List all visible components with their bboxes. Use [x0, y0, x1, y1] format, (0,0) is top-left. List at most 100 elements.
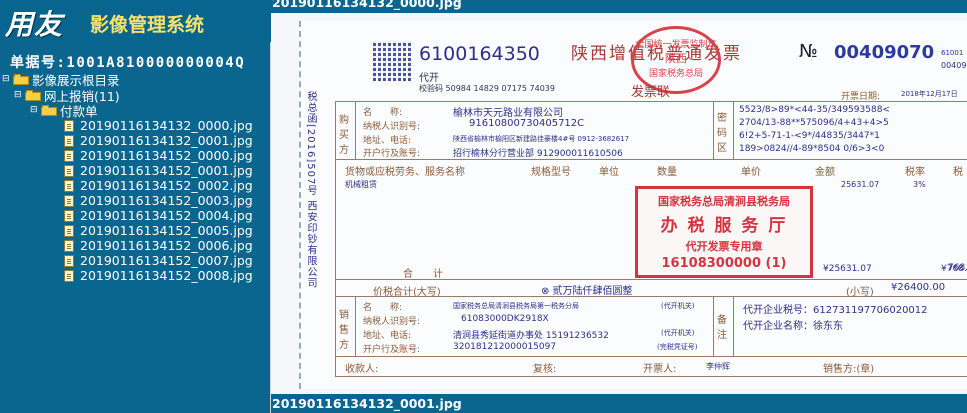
col-rate: 税率: [905, 167, 925, 178]
tree-file-item[interactable]: 20190116134152_0006.jpg: [64, 238, 253, 253]
total-words: ⊗ 贰万陆仟肆佰圆整: [541, 286, 633, 297]
sidebar: 单据号:1001A810000000004Q ⊟ 影像展示根目录 ⊟ 网上报销(…: [0, 42, 271, 413]
total-small-label: (小写): [846, 287, 874, 298]
seller-name-label: 名 称:: [363, 303, 403, 313]
folder-open-icon: [41, 105, 57, 116]
tree-file-label: 20190116134152_0004.jpg: [80, 208, 253, 223]
document-number: 单据号:1001A810000000004Q: [10, 55, 246, 71]
tree-file-label: 20190116134152_0007.jpg: [80, 253, 253, 268]
fapiao-lian: 发票联: [631, 85, 671, 100]
seller-bank: 320181212000015097: [453, 342, 557, 352]
subtotal-amount: ¥25631.07: [823, 264, 872, 274]
daikai-tag: (完税凭证号): [657, 343, 698, 351]
tree-subcategory[interactable]: ⊟ 付款单: [30, 103, 98, 119]
image-file-icon: [64, 149, 74, 162]
system-name: 影像管理系统: [90, 14, 205, 36]
tree-file-label: 20190116134132_0000.jpg: [80, 118, 253, 133]
app-logo: 用友 影像管理系统: [0, 0, 270, 42]
image-file-icon: [64, 254, 74, 267]
subtotal-tax: ¥768.: [941, 264, 967, 274]
buyer-side-label: 购买方: [339, 115, 349, 156]
buyer-tax-label: 纳税人识别号:: [363, 122, 421, 132]
tree-file-item[interactable]: 20190116134152_0005.jpg: [64, 223, 253, 238]
buyer-addr: 陕西省榆林市榆阳区新建路佳豪楼4#号 0912-3682617: [453, 135, 630, 143]
invoice-vertical-note: 税总函[2016]507号 西安印钞有限公司: [305, 91, 316, 289]
col-price: 单价: [741, 167, 761, 178]
seller-sign-label: 销售方:(章): [823, 364, 875, 375]
drawer-name: 李仲辉: [706, 362, 730, 371]
qr-code: [373, 41, 413, 81]
image-file-icon: [64, 224, 74, 237]
tree-file-item[interactable]: 20190116134152_0004.jpg: [64, 208, 253, 223]
expand-icon[interactable]: ⊟: [2, 75, 11, 84]
tree-file-label: 20190116134152_0003.jpg: [80, 193, 253, 208]
seller-tax-label: 纳税人识别号:: [363, 317, 421, 327]
expand-icon[interactable]: ⊟: [30, 106, 39, 115]
tree-file-item[interactable]: 20190116134152_0000.jpg: [64, 148, 253, 163]
col-tax: 税: [953, 167, 963, 178]
folder-open-icon: [13, 74, 29, 85]
seller-name: 国家税务总局清涧县税务局第一税务分局: [453, 302, 579, 310]
number-label: №: [799, 41, 818, 62]
buyer-addr-label: 地址、电话:: [363, 136, 412, 146]
col-unit: 单位: [599, 167, 619, 178]
image-title-bottom: 20190116134132_0001.jpg: [272, 396, 462, 411]
tree-file-item[interactable]: 20190116134152_0003.jpg: [64, 193, 253, 208]
image-file-icon: [64, 179, 74, 192]
col-goods: 货物或应税劳务、服务名称: [345, 167, 465, 178]
image-file-icon: [64, 269, 74, 282]
tree-file-label: 20190116134132_0001.jpg: [80, 133, 253, 148]
brand-logo: 用友: [5, 8, 64, 41]
image-file-icon: [64, 209, 74, 222]
invoice-image[interactable]: 税总函[2016]507号 西安印钞有限公司 6100164350 代开 校验码…: [271, 13, 967, 394]
item-name: 机械租赁: [345, 180, 377, 189]
tree-file-label: 20190116134152_0005.jpg: [80, 223, 253, 238]
total-small: ¥26400.00: [891, 282, 946, 293]
item-amount: 25631.07: [841, 180, 880, 189]
folder-open-icon: [25, 90, 41, 101]
invoice-daikai: 代开: [419, 73, 439, 84]
password-line: 2704/13-88**575096/4+43+4>5: [739, 118, 889, 128]
image-file-icon: [64, 164, 74, 177]
buyer-tax: 91610800730405712C: [469, 118, 585, 129]
buyer-bank: 招行榆林分行营业部 912900011610506: [453, 149, 623, 159]
col-amount: 金额: [815, 167, 835, 178]
image-file-icon: [64, 119, 74, 132]
reviewer-label: 复核:: [533, 364, 557, 375]
total-label: 价税合计(大写): [373, 287, 441, 298]
invoice-paper: 税总函[2016]507号 西安印钞有限公司 6100164350 代开 校验码…: [299, 21, 967, 389]
buyer-name-label: 名 称:: [363, 108, 403, 118]
password-area-label: 密码区: [717, 113, 727, 154]
tree-file-item[interactable]: 20190116134132_0001.jpg: [64, 133, 253, 148]
tree-file-item[interactable]: 20190116134152_0007.jpg: [64, 253, 253, 268]
remark-line: 代开企业名称：徐东东: [743, 321, 843, 332]
subtotal-label: 合 计: [403, 269, 443, 280]
tree-root[interactable]: ⊟ 影像展示根目录: [2, 72, 120, 88]
tax-office-stamp: 国家税务总局清涧县税务局 办 税 服 务 厅 代开发票专用章 161083000…: [635, 186, 813, 278]
expand-icon[interactable]: ⊟: [14, 91, 23, 100]
daikai-tag: (代开机关): [661, 302, 695, 310]
invoice-number: 00409070: [834, 42, 935, 63]
image-file-icon: [64, 194, 74, 207]
right-code-top: 61001: [941, 49, 964, 57]
payee-label: 收款人:: [345, 364, 379, 375]
tree-file-label: 20190116134152_0001.jpg: [80, 163, 253, 178]
tree-file-label: 20190116134152_0002.jpg: [80, 178, 253, 193]
right-code-bottom: 00409: [941, 61, 967, 70]
invoice-date: 2018年12月17日: [901, 90, 958, 98]
item-rate: 3%: [913, 180, 926, 189]
tree-file-item[interactable]: 20190116134132_0000.jpg: [64, 118, 253, 133]
tree-file-item[interactable]: 20190116134152_0008.jpg: [64, 268, 253, 283]
seller-tax: 61083000DK2918X: [461, 314, 549, 324]
seller-addr: 清涧县秀延街道办事处 15191236532: [453, 331, 609, 341]
password-line: 189>0824//4-89*8504 0/6>3<0: [739, 144, 885, 154]
tree-file-item[interactable]: 20190116134152_0001.jpg: [64, 163, 253, 178]
drawer-label: 开票人:: [643, 364, 677, 375]
tree-file-item[interactable]: 20190116134152_0002.jpg: [64, 178, 253, 193]
image-file-icon: [64, 134, 74, 147]
buyer-bank-label: 开户行及账号:: [363, 149, 421, 159]
col-qty: 数量: [657, 167, 677, 178]
col-spec: 规格型号: [531, 167, 571, 178]
password-line: 6!2+5-71-1-<9*/44835/3447*1: [739, 131, 880, 141]
check-code: 校验码 50984 14829 07175 74039: [419, 84, 555, 93]
